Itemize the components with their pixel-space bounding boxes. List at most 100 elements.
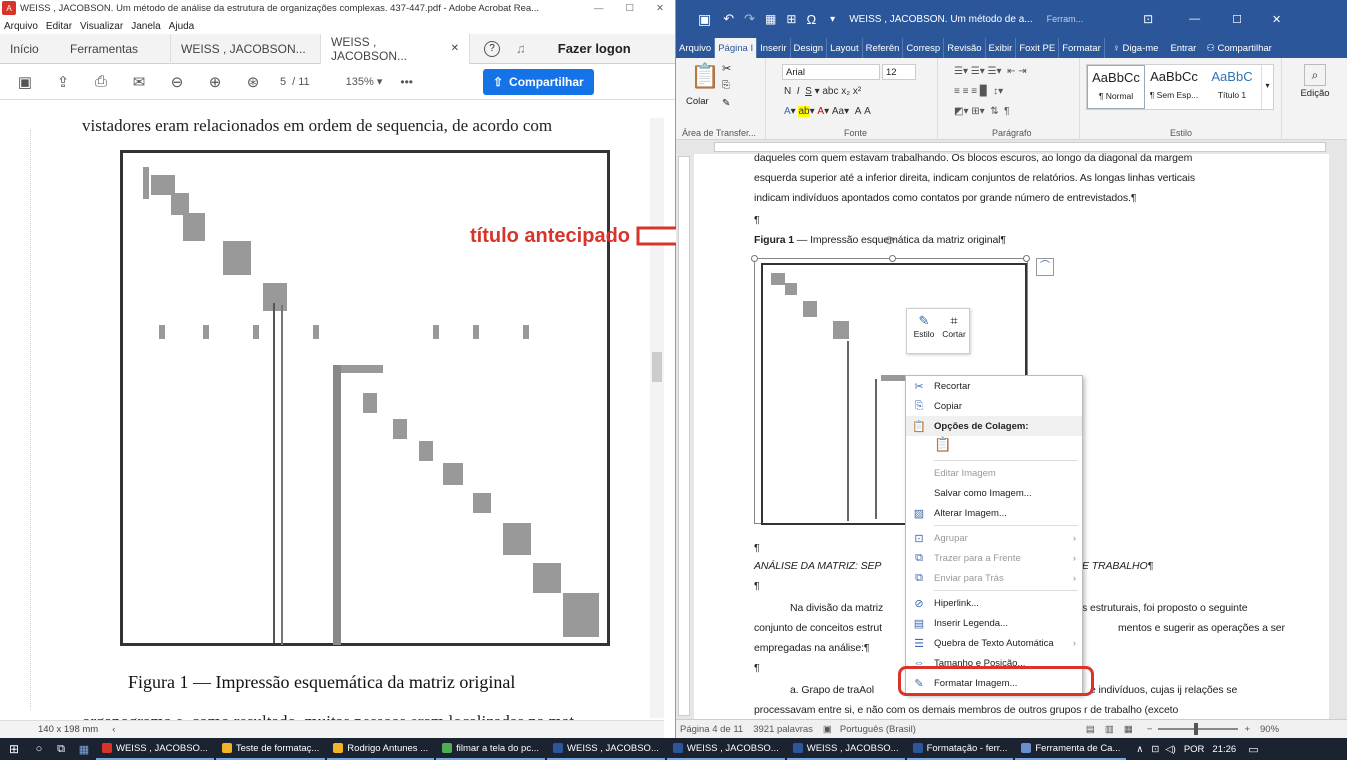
ribbon-tab-6[interactable]: Corresp [903,38,945,58]
context-menu-item-0[interactable]: ✂ Recortar [906,376,1082,396]
login-button[interactable]: Fazer logon [558,41,631,56]
menu-editar[interactable]: Editar [46,21,72,32]
page-down-icon[interactable]: ⊛ [242,71,264,93]
style-heading-1[interactable]: AaBbC Título 1 [1203,65,1261,109]
font-format-buttons[interactable]: N I S ▾ abc x₂ x² [784,86,861,97]
taskbar-item-4[interactable]: WEISS , JACOBSO... [547,738,665,760]
zoom-out-button[interactable]: − [1147,724,1153,735]
style-normal[interactable]: AaBbCc ¶ Normal [1087,65,1145,109]
bell-icon[interactable]: ♫ [516,41,526,56]
more-tools-icon[interactable]: ••• [400,75,413,89]
upload-cloud-icon[interactable]: ⇪ [52,71,74,93]
save-icon[interactable]: ▣ [14,71,36,93]
input-language[interactable]: POR [1184,744,1205,755]
taskbar-item-8[interactable]: Ferramenta de Ca... [1015,738,1127,760]
volume-icon[interactable]: ◁) [1165,744,1175,755]
maximize-button[interactable]: ☐ [626,3,635,14]
tab-inicio[interactable]: Início [0,34,60,64]
ribbon-tab-2[interactable]: Inserir [757,38,791,58]
customize-qat-icon[interactable]: ▾ [830,14,835,25]
zoom-slider[interactable] [1158,723,1239,735]
print-icon[interactable]: ⎙ [90,71,112,93]
taskbar-item-5[interactable]: WEISS , JACOBSO... [666,738,785,760]
help-icon[interactable]: ? [484,40,500,57]
align-buttons[interactable]: ≡ ≡ ≡ ▉ ↕▾ [954,86,1003,97]
resize-handle-tl[interactable] [751,255,758,262]
format-painter-icon[interactable]: ✎ [722,98,730,109]
ribbon-tab-10[interactable]: Formatar [1059,38,1105,58]
minimize-button[interactable]: — [594,3,604,14]
word-vertical-scrollbar[interactable] [1333,154,1347,719]
context-menu-item-11[interactable]: ☰ Quebra de Texto Automática › [906,633,1082,653]
web-layout-icon[interactable]: ▦ [1124,724,1133,735]
search-icon[interactable]: ○ [28,743,50,755]
context-menu-item-1[interactable]: ⎘ Copiar [906,396,1082,416]
taskbar-item-0[interactable]: WEISS , JACOBSO... [96,738,214,760]
context-menu-item-5[interactable]: ▨ Alterar Imagem... [906,503,1082,523]
ribbon-display-icon[interactable]: ⊡ [1143,12,1153,26]
layout-options-icon[interactable]: ⌒ [1036,258,1054,276]
page-up-icon[interactable]: ⊕ [204,71,226,93]
pdf-vertical-scrollbar[interactable] [650,118,664,718]
status-language[interactable]: Português (Brasil) [840,724,916,735]
font-size-select[interactable]: 12 [882,64,916,80]
read-mode-icon[interactable]: ▤ [1086,724,1095,735]
style-button[interactable]: ✎ Estilo [911,313,937,339]
tell-me-search[interactable]: ♀ Diga-me [1113,43,1159,54]
ribbon-tab-5[interactable]: Referên [863,38,904,58]
zoom-percent[interactable]: 90% [1260,724,1279,735]
vertical-ruler[interactable] [678,156,690,716]
context-menu-item-9[interactable]: ⊘ Hiperlink... [906,593,1082,613]
task-view-icon[interactable]: ⧉ [50,743,72,756]
scroll-left-icon[interactable]: ‹ [112,724,115,735]
redo-icon[interactable]: ↷ [744,11,755,27]
context-menu-item-8[interactable]: ⧉ Enviar para Trás › [906,568,1082,588]
word-share-button[interactable]: ⚇ Compartilhar [1206,43,1272,54]
email-icon[interactable]: ✉ [128,71,150,93]
omega-icon[interactable]: Ω [806,12,816,27]
tray-up-icon[interactable]: ∧ [1136,744,1143,755]
styles-more-icon[interactable]: ▾ [1261,65,1273,109]
crop-button[interactable]: ⌗ Cortar [940,313,968,339]
tab-close-icon[interactable]: ✕ [451,43,459,54]
print-layout-icon[interactable]: ▥ [1105,724,1114,735]
tab-document-1[interactable]: WEISS , JACOBSON... [170,33,320,64]
context-menu-item-3[interactable]: Editar Imagem [906,463,1082,483]
rotate-handle-icon[interactable]: ⟳ [885,233,896,249]
proofing-icon[interactable]: ▣ [823,724,832,735]
word-save-icon[interactable]: ▣ [698,11,711,28]
status-words[interactable]: 3921 palavras [753,724,813,735]
share-button[interactable]: ⇧ Compartilhar [482,68,594,95]
close-button[interactable]: ✕ [656,3,664,14]
editing-group[interactable]: ⌕ Edição [1290,62,1340,122]
paste-label[interactable]: Colar [686,96,709,107]
undo-icon[interactable]: ↶ [723,11,734,27]
status-page[interactable]: Página 4 de 11 [680,724,743,735]
table-icon[interactable]: ▦ [765,12,776,26]
copy-small-icon[interactable]: ⎘ [722,80,730,91]
font-color-buttons[interactable]: A▾ ab▾ A▾ Aa▾ A A [784,106,871,117]
ribbon-tab-3[interactable]: Design [791,38,828,58]
zoom-out-icon[interactable]: ⊖ [166,71,188,93]
start-icon[interactable]: ⊞ [0,742,28,756]
app-grid-icon[interactable]: ▦ [72,743,96,756]
resize-handle-tc[interactable] [889,255,896,262]
zoom-select[interactable]: 135% ▾ [346,75,383,88]
zoom-in-button[interactable]: + [1244,724,1250,735]
clock[interactable]: 21:26 [1212,744,1236,755]
taskbar-item-3[interactable]: filmar a tela do pc... [436,738,546,760]
word-maximize-button[interactable]: ☐ [1232,13,1242,26]
taskbar-item-7[interactable]: Formatação - ferr... [906,738,1014,760]
zoom-slider-thumb[interactable] [1194,723,1199,735]
list-buttons[interactable]: ☰▾ ☰▾ ☰▾ ⇤ ⇥ [954,66,1027,77]
word-close-button[interactable]: ✕ [1272,13,1281,26]
resize-handle-tr[interactable] [1023,255,1030,262]
tab-document-2[interactable]: WEISS , JACOBSON... ✕ [320,33,470,64]
paste-option-keep-source[interactable]: 📋 [906,436,1082,458]
network-icon[interactable]: ⊡ [1151,744,1159,755]
menu-visualizar[interactable]: Visualizar [80,21,123,32]
ribbon-tab-9[interactable]: Foxit PE [1016,38,1060,58]
grid-icon[interactable]: ⊞ [786,12,796,26]
context-menu-item-7[interactable]: ⧉ Trazer para a Frente › [906,548,1082,568]
ribbon-tab-7[interactable]: Revisão [944,38,986,58]
